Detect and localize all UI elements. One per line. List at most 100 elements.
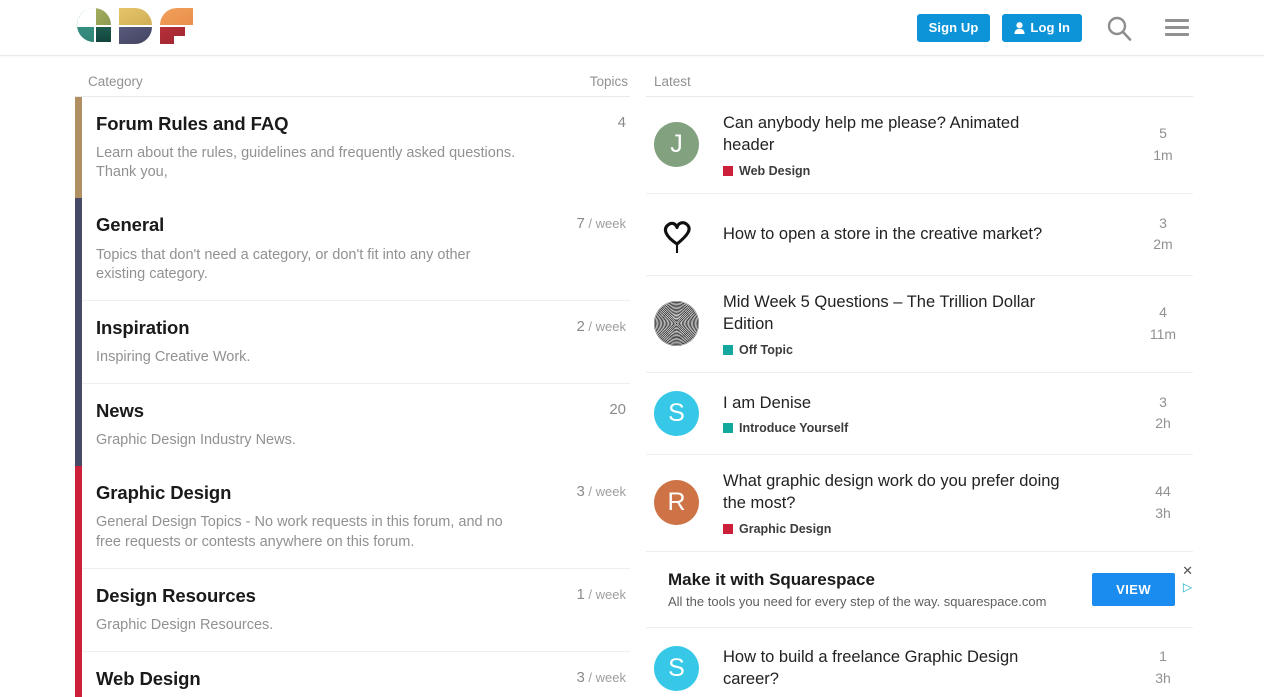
category-count-period: / week (585, 216, 626, 231)
ad-subtitle: All the tools you need for every step of… (668, 594, 1092, 609)
topic-title[interactable]: Mid Week 5 Questions – The Trillion Doll… (723, 291, 1063, 336)
category-description: General Design Topics - No work requests… (96, 513, 521, 551)
topic-row[interactable]: How to open a store in the creative mark… (646, 194, 1193, 276)
category-title[interactable]: Design Resources (96, 584, 560, 607)
category-color-stripe (75, 97, 82, 198)
topic-reply-count[interactable]: 3 (1137, 392, 1189, 414)
category-main: News Graphic Design Industry News. (96, 399, 609, 450)
log-in-label: Log In (1030, 21, 1070, 34)
topic-reply-count[interactable]: 1 (1137, 646, 1189, 668)
sign-up-label: Sign Up (929, 21, 979, 34)
category-description: Graphic Design Resources. (96, 616, 521, 635)
topic-meta: 13h (1137, 646, 1189, 689)
category-row[interactable]: Graphic Design General Design Topics - No… (75, 466, 630, 568)
advertisement[interactable]: Make it with Squarespace All the tools yo… (646, 552, 1193, 628)
category-count-number: 20 (609, 401, 626, 418)
category-count-period: / week (585, 670, 626, 685)
hamburger-menu-icon (1165, 19, 1189, 36)
category-row[interactable]: InspirationInspiring Creative Work.2 / w… (75, 301, 630, 384)
category-row[interactable]: Forum Rules and FAQ Learn about the rules… (75, 97, 630, 198)
topic-main: I am Denise Introduce Yourself (723, 392, 1137, 435)
category-color-stripe (75, 198, 82, 466)
ad-view-button[interactable]: VIEW (1092, 573, 1175, 606)
topic-reply-count[interactable]: 5 (1137, 123, 1189, 145)
ad-choices-icon[interactable]: ▷ (1183, 581, 1192, 593)
category-topic-count: 1 / week (576, 584, 626, 603)
topic-reply-count[interactable]: 44 (1137, 481, 1189, 503)
topic-title[interactable]: Can anybody help me please? Animated hea… (723, 112, 1063, 157)
sign-up-button[interactable]: Sign Up (917, 14, 991, 42)
category-topic-count: 3 / week (576, 481, 626, 500)
latest-column-header: Latest (646, 56, 1193, 96)
log-in-button[interactable]: Log In (1002, 14, 1082, 42)
topic-reply-count[interactable]: 4 (1137, 302, 1189, 324)
category-count-period: / week (585, 319, 626, 334)
category-main: Design Resources Graphic Design Resources… (96, 584, 576, 635)
topic-meta: 51m (1137, 123, 1189, 166)
category-row[interactable]: Design Resources Graphic Design Resources… (75, 569, 630, 652)
avatar[interactable]: J (654, 122, 699, 167)
category-row[interactable]: News Graphic Design Industry News. 20 (75, 384, 630, 466)
gdf-logo-icon (75, 6, 199, 50)
category-title[interactable]: Forum Rules and FAQ (96, 112, 602, 135)
category-count-number: 3 (576, 483, 584, 500)
site-header: Sign Up Log In (0, 0, 1264, 56)
category-main: Web DesignWeb and App Design posts. (96, 667, 576, 697)
topic-title[interactable]: I am Denise (723, 392, 1063, 414)
topic-category-link[interactable]: Off Topic (723, 343, 1119, 357)
topic-title[interactable]: How to build a freelance Graphic Design … (723, 646, 1063, 691)
category-description: Graphic Design Industry News. (96, 431, 521, 450)
category-description: Topics that don't need a category, or do… (96, 246, 521, 284)
topic-row[interactable]: S How to build a freelance Graphic Design… (646, 628, 1193, 697)
category-title[interactable]: Web Design (96, 667, 560, 690)
avatar[interactable]: R (654, 480, 699, 525)
ad-title: Make it with Squarespace (668, 570, 1092, 590)
avatar[interactable]: S (654, 391, 699, 436)
topic-main: How to build a freelance Graphic Design … (723, 646, 1137, 691)
topic-row[interactable]: R What graphic design work do you prefer … (646, 455, 1193, 552)
topic-meta: 32m (1137, 213, 1189, 256)
menu-button[interactable] (1148, 19, 1192, 36)
search-icon (1105, 14, 1133, 42)
topic-row[interactable]: J Can anybody help me please? Animated he… (646, 97, 1193, 194)
category-description: Learn about the rules, guidelines and fr… (96, 144, 521, 182)
topic-category-link[interactable]: Graphic Design (723, 522, 1119, 536)
category-count-number: 3 (576, 669, 584, 686)
topic-category-link[interactable]: Web Design (723, 164, 1119, 178)
ad-close-icon[interactable]: ✕ (1182, 564, 1193, 577)
topic-main: Mid Week 5 Questions – The Trillion Doll… (723, 291, 1137, 357)
topic-category-label: Graphic Design (739, 522, 831, 536)
category-color-stripe (75, 466, 82, 697)
search-button[interactable] (1102, 14, 1136, 42)
topic-reply-count[interactable]: 3 (1137, 213, 1189, 235)
category-color-chip-icon (723, 166, 733, 176)
topic-row[interactable]: SI am DeniseIntroduce Yourself32h (646, 373, 1193, 455)
spiral-glyph (654, 301, 699, 346)
category-title[interactable]: General (96, 213, 560, 236)
heart-balloon-icon[interactable] (654, 212, 699, 257)
category-main: Forum Rules and FAQ Learn about the rules… (96, 112, 618, 182)
category-row[interactable]: Web DesignWeb and App Design posts.3 / w… (75, 652, 630, 697)
spiral-icon[interactable] (654, 301, 699, 346)
topic-category-label: Web Design (739, 164, 810, 178)
category-title[interactable]: Graphic Design (96, 481, 560, 504)
topic-title[interactable]: What graphic design work do you prefer d… (723, 470, 1063, 515)
category-count-period: / week (585, 484, 626, 499)
topic-category-label: Introduce Yourself (739, 421, 848, 435)
topic-age: 1m (1137, 145, 1189, 167)
category-count-number: 7 (576, 215, 584, 232)
topic-row[interactable]: Mid Week 5 Questions – The Trillion Doll… (646, 276, 1193, 373)
category-title[interactable]: News (96, 399, 593, 422)
category-topic-count: 7 / week (576, 213, 626, 232)
topic-category-link[interactable]: Introduce Yourself (723, 421, 1119, 435)
category-topic-count: 20 (609, 399, 626, 418)
topic-title[interactable]: How to open a store in the creative mark… (723, 223, 1063, 245)
gdf-logo[interactable] (75, 6, 199, 50)
category-title[interactable]: Inspiration (96, 316, 560, 339)
category-topic-count: 3 / week (576, 667, 626, 686)
category-count-period: / week (585, 587, 626, 602)
user-icon (1014, 22, 1025, 34)
category-row[interactable]: General Topics that don't need a category… (75, 198, 630, 300)
topics-header-label: Topics (590, 74, 628, 89)
avatar[interactable]: S (654, 646, 699, 691)
